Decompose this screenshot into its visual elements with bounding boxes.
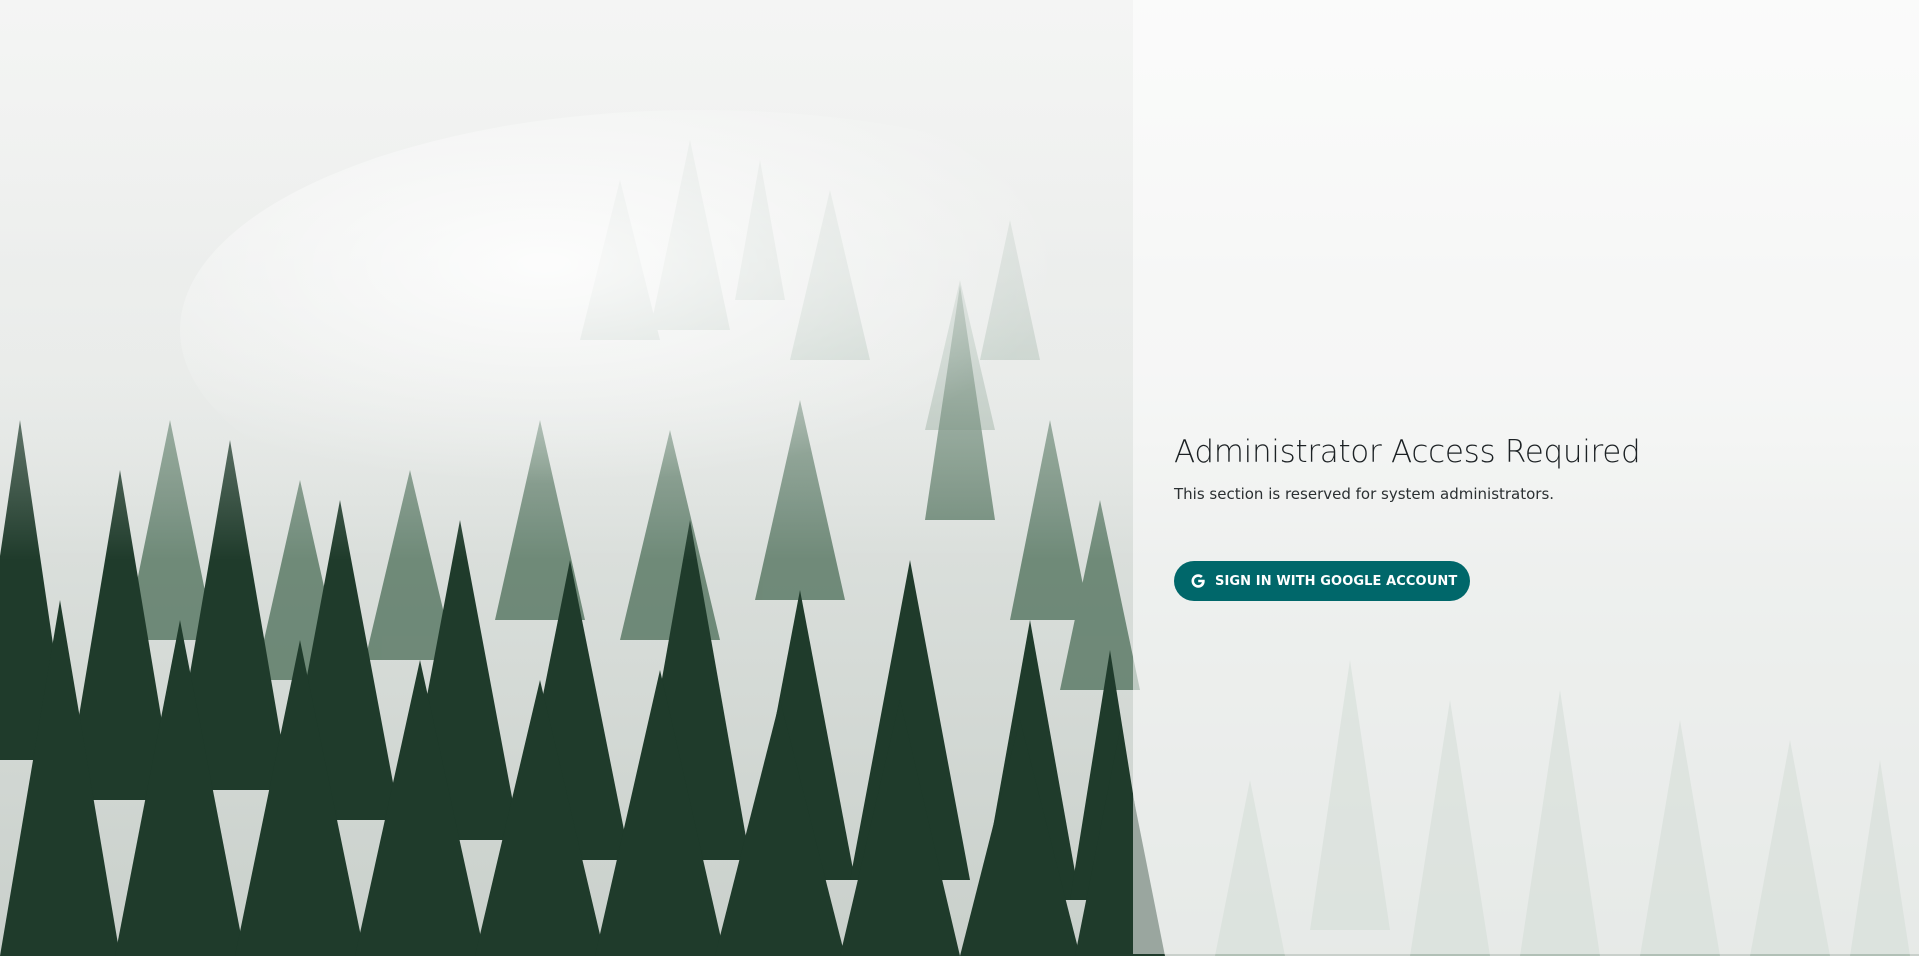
google-signin-label: SIGN IN WITH GOOGLE ACCOUNT <box>1215 573 1458 589</box>
google-icon <box>1191 574 1205 588</box>
page-subtitle: This section is reserved for system admi… <box>1174 485 1555 503</box>
google-signin-button[interactable]: SIGN IN WITH GOOGLE ACCOUNT <box>1174 561 1470 601</box>
page-title: Administrator Access Required <box>1174 434 1641 470</box>
login-card: Administrator Access Required This secti… <box>1174 430 1814 601</box>
